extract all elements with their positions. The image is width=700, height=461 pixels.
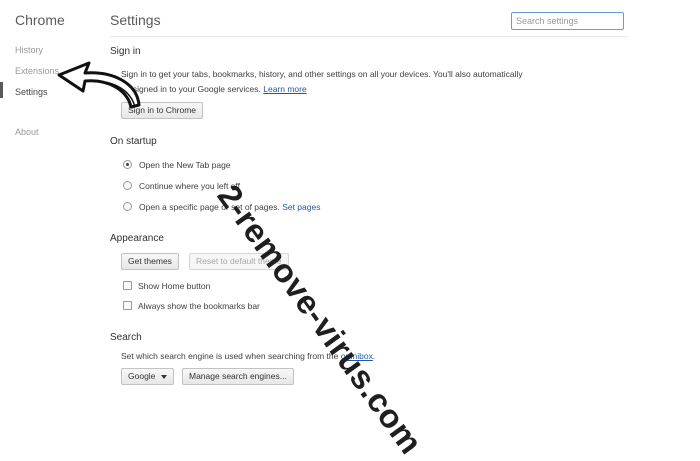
get-themes-button[interactable]: Get themes [121, 253, 179, 270]
sign-in-to-chrome-button[interactable]: Sign in to Chrome [121, 102, 204, 119]
search-engine-description-period: . [372, 351, 376, 361]
sign-in-description-line2-text: be signed in to your Google services. [121, 84, 261, 94]
header-divider [110, 36, 628, 37]
show-home-checkbox[interactable] [123, 281, 132, 290]
show-bookmarks-checkbox[interactable] [123, 301, 132, 310]
page-title: Settings [110, 12, 161, 28]
learn-more-link[interactable]: Learn more [263, 84, 306, 94]
startup-option-specific-pages-label: Open a specific page or set of pages. [139, 202, 280, 212]
omnibox-link[interactable]: omnibox [341, 351, 373, 361]
startup-option-specific-pages-radio[interactable] [123, 202, 132, 211]
startup-option-continue-radio[interactable] [123, 181, 132, 190]
startup-option-specific-pages-row: Open a specific page or set of pages. Se… [139, 202, 320, 212]
chevron-down-icon [161, 374, 168, 379]
manage-search-engines-button[interactable]: Manage search engines... [182, 368, 294, 385]
settings-main: Settings Sign in Sign in to get your tab… [0, 0, 700, 394]
section-title-sign-in: Sign in [110, 46, 141, 57]
sign-in-description-line2: be signed in to your Google services. Le… [121, 84, 307, 94]
search-engine-description: Set which search engine is used when sea… [121, 351, 375, 361]
startup-option-new-tab-label: Open the New Tab page [139, 160, 231, 170]
show-home-label: Show Home button [138, 281, 211, 291]
search-engine-description-text: Set which search engine is used when sea… [121, 351, 339, 361]
search-settings-input[interactable] [511, 12, 624, 30]
section-title-on-startup: On startup [110, 136, 157, 147]
reset-theme-button[interactable]: Reset to default theme [189, 253, 289, 270]
sign-in-description-line1: Sign in to get your tabs, bookmarks, his… [121, 69, 523, 79]
startup-option-continue-label: Continue where you left off [139, 181, 240, 191]
startup-option-new-tab-radio[interactable] [123, 160, 132, 169]
section-title-appearance: Appearance [110, 233, 164, 244]
section-title-search: Search [110, 332, 142, 343]
set-pages-link[interactable]: Set pages [282, 202, 320, 212]
show-bookmarks-label: Always show the bookmarks bar [138, 301, 260, 311]
search-engine-select[interactable]: Google [121, 368, 175, 385]
search-engine-selected-value: Google [128, 371, 156, 381]
